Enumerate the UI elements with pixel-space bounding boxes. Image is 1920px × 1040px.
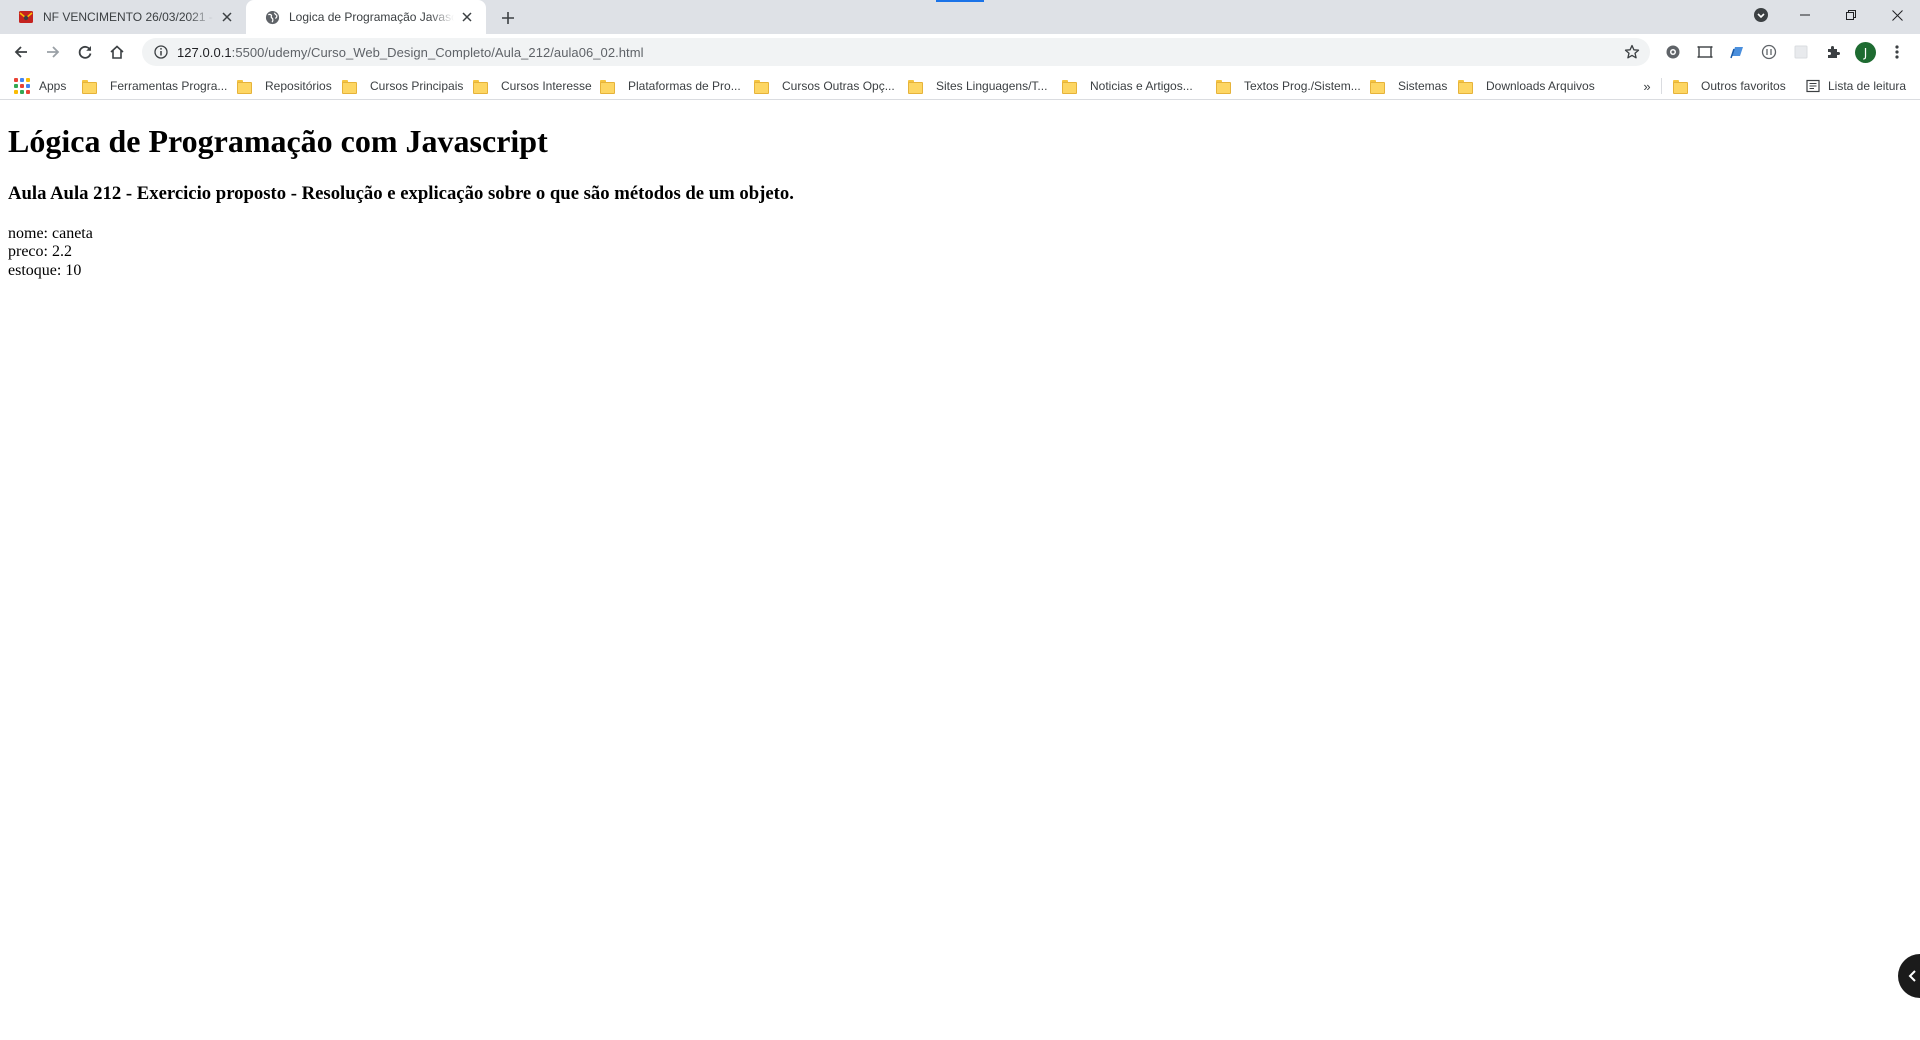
bookmark-folder-ferramentas[interactable]: Ferramentas Progra... <box>82 76 227 96</box>
folder-icon <box>754 80 769 94</box>
tab-logica-programacao[interactable]: Logica de Programação Javascript <box>246 0 486 34</box>
bookmark-folder-sistemas[interactable]: Sistemas <box>1370 76 1447 96</box>
folder-icon <box>1673 80 1688 94</box>
object-properties: nome: caneta preco: 2.2 estoque: 10 <box>8 225 93 280</box>
close-window-button[interactable] <box>1874 0 1920 30</box>
url-path: :5500/udemy/Curso_Web_Design_Completo/Au… <box>231 44 644 60</box>
bookmark-label: Sistemas <box>1398 79 1448 93</box>
arrow-left-icon <box>14 46 27 58</box>
bookmark-folder-textos[interactable]: Textos Prog./Sistem... <box>1216 76 1361 96</box>
browser-toolbar: 127.0.0.1:5500/udemy/Curso_Web_Design_Co… <box>0 34 1920 70</box>
folder-icon <box>342 80 357 94</box>
bookmark-label: Sites Linguagens/T... <box>936 79 1048 93</box>
close-icon <box>1891 9 1903 21</box>
bookmark-label: Ferramentas Progra... <box>110 79 228 93</box>
reload-icon <box>78 45 92 59</box>
restore-icon <box>1846 10 1856 20</box>
folder-icon <box>908 80 923 94</box>
extension-screen-capture-icon[interactable] <box>1695 42 1715 62</box>
tab-title: Logica de Programação Javascript <box>289 10 454 24</box>
url-host: 127.0.0.1 <box>177 44 232 60</box>
bookmark-folder-outros-favoritos[interactable]: Outros favoritos <box>1673 76 1786 96</box>
reading-list-label: Lista de leitura <box>1828 79 1907 93</box>
folder-icon <box>473 80 488 94</box>
folder-icon <box>1458 80 1473 94</box>
folder-icon <box>600 80 615 94</box>
bookmark-folder-plataformas[interactable]: Plataformas de Pro... <box>600 76 741 96</box>
folder-icon <box>237 80 252 94</box>
tab-nf-vencimento[interactable]: NF VENCIMENTO 26/03/2021 - jo <box>0 0 246 34</box>
home-button[interactable] <box>103 38 131 66</box>
bookmark-label: Cursos Interesse <box>501 79 592 93</box>
bookmark-folder-cursos-principais[interactable]: Cursos Principais <box>342 76 463 96</box>
minimize-button[interactable] <box>1782 0 1828 30</box>
bookmark-folder-cursos-interesse[interactable]: Cursos Interesse <box>473 76 592 96</box>
globe-icon <box>264 9 280 25</box>
back-button[interactable] <box>7 38 35 66</box>
url-text[interactable]: 127.0.0.1:5500/udemy/Curso_Web_Design_Co… <box>177 45 644 60</box>
tab-title: NF VENCIMENTO 26/03/2021 - jo <box>43 10 214 24</box>
folder-icon <box>1216 80 1231 94</box>
bookmarks-bar: Apps Ferramentas Progra... Repositórios … <box>0 70 1920 100</box>
tab-search-button[interactable] <box>1738 0 1784 30</box>
apps-grid-icon <box>14 78 30 94</box>
folder-icon <box>82 80 97 94</box>
floating-action-button[interactable] <box>1898 954 1920 998</box>
chevron-left-icon <box>1908 970 1916 982</box>
page-title: Lógica de Programação com Javascript <box>8 123 548 159</box>
close-tab-icon[interactable] <box>218 8 236 26</box>
bookmark-folder-repositorios[interactable]: Repositórios <box>237 76 332 96</box>
extensions-puzzle-icon[interactable] <box>1823 42 1843 62</box>
extension-info-circle-icon[interactable] <box>1759 42 1779 62</box>
close-tab-icon[interactable] <box>458 8 476 26</box>
folder-icon <box>1062 80 1077 94</box>
forward-button[interactable] <box>39 38 67 66</box>
home-icon <box>110 45 124 59</box>
bookmark-label: Cursos Principais <box>370 79 464 93</box>
plus-icon <box>502 12 514 24</box>
browser-menu-icon[interactable] <box>1887 42 1907 62</box>
tab-strip: NF VENCIMENTO 26/03/2021 - jo Logica de … <box>0 0 1920 34</box>
bookmark-label: Noticias e Artigos... <box>1090 79 1193 93</box>
chevron-down-circle-icon <box>1754 8 1768 22</box>
bookmark-label: Cursos Outras Opç... <box>782 79 895 93</box>
tab-drag-indicator <box>936 0 984 2</box>
folder-icon <box>1370 80 1385 94</box>
bookmark-folder-downloads[interactable]: Downloads Arquivos <box>1458 76 1595 96</box>
new-tab-button[interactable] <box>496 6 520 30</box>
site-info-icon[interactable] <box>151 42 171 62</box>
address-bar[interactable]: 127.0.0.1:5500/udemy/Curso_Web_Design_Co… <box>142 38 1650 66</box>
extension-gear-icon[interactable] <box>1663 42 1683 62</box>
reload-button[interactable] <box>71 38 99 66</box>
bookmark-folder-sites-linguagens[interactable]: Sites Linguagens/T... <box>908 76 1047 96</box>
bookmarks-divider <box>1661 78 1662 94</box>
bookmark-label: Outros favoritos <box>1701 79 1786 93</box>
page-subtitle: Aula Aula 212 - Exercicio proposto - Res… <box>8 183 794 204</box>
arrow-right-icon <box>47 46 60 58</box>
bookmarks-overflow-button[interactable]: » <box>1637 76 1657 96</box>
reading-list-button[interactable]: Lista de leitura <box>1806 76 1906 96</box>
extension-blank-icon[interactable] <box>1791 42 1811 62</box>
extension-page-icon[interactable] <box>1727 42 1747 62</box>
bookmark-label: Textos Prog./Sistem... <box>1244 79 1361 93</box>
bookmark-label: Repositórios <box>265 79 332 93</box>
bookmark-folder-noticias[interactable]: Noticias e Artigos... <box>1062 76 1193 96</box>
profile-avatar[interactable]: J <box>1855 42 1876 63</box>
restore-button[interactable] <box>1828 0 1874 30</box>
property-line: nome: caneta <box>8 225 93 242</box>
minimize-icon <box>1800 14 1810 16</box>
mail-favicon-icon <box>18 9 34 25</box>
bookmark-label: Downloads Arquivos <box>1486 79 1595 93</box>
page-content: Lógica de Programação com Javascript Aul… <box>0 101 1920 1040</box>
bookmark-label: Plataformas de Pro... <box>628 79 741 93</box>
reading-list-icon <box>1806 79 1820 93</box>
bookmark-star-icon[interactable] <box>1622 42 1642 62</box>
bookmark-folder-cursos-outras[interactable]: Cursos Outras Opç... <box>754 76 895 96</box>
property-line: preco: 2.2 <box>8 243 72 261</box>
property-line: estoque: 10 <box>8 261 82 279</box>
bookmark-label: Apps <box>39 79 67 93</box>
bookmark-apps[interactable]: Apps <box>14 76 66 96</box>
